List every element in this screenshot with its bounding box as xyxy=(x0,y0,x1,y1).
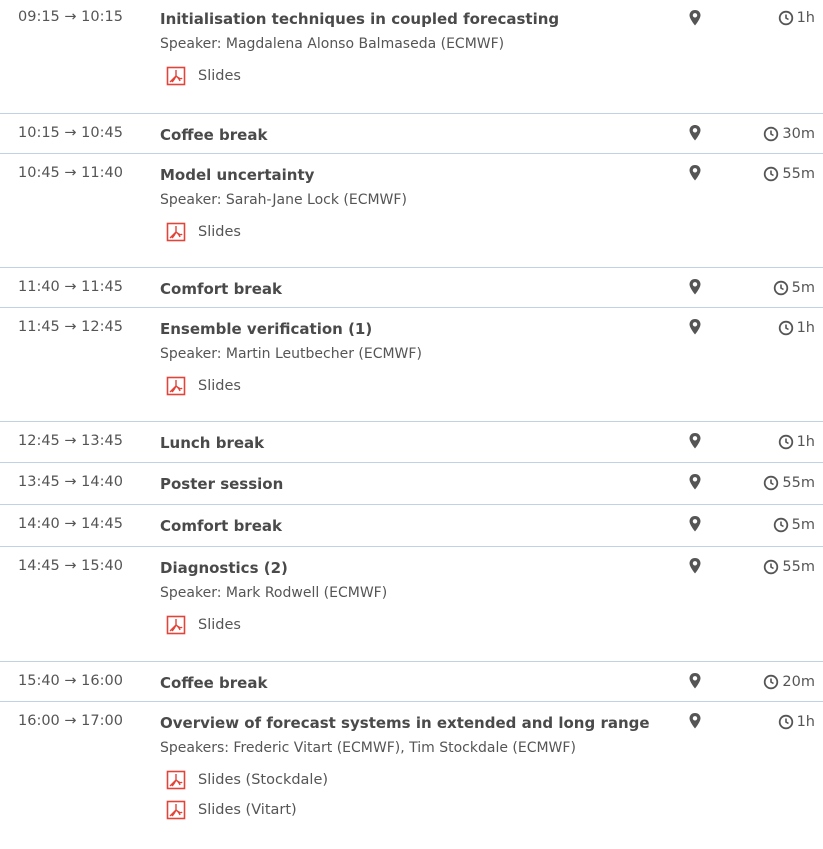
attachment-label: Slides (Vitart) xyxy=(198,802,297,818)
slides-link[interactable]: Slides xyxy=(166,221,650,243)
clock-icon xyxy=(764,559,779,575)
entry-time: 10:15 → 10:45 xyxy=(18,125,123,141)
entry-time: 15:40 → 16:00 xyxy=(18,673,123,689)
map-marker-icon[interactable] xyxy=(688,318,702,336)
pdf-file-icon xyxy=(166,770,186,790)
timetable-entry: 10:15 → 10:45 Coffee break 30m xyxy=(0,113,823,153)
entry-title[interactable]: Coffee break xyxy=(160,122,650,148)
entry-duration: 55m xyxy=(763,166,815,182)
entry-time: 13:45 → 14:40 xyxy=(18,474,123,490)
clock-icon xyxy=(773,517,788,533)
attachment-label: Slides xyxy=(198,224,241,240)
entry-duration: 5m xyxy=(773,517,815,533)
timetable-entry: 09:15 → 10:15 Initialisation techniques … xyxy=(0,0,823,113)
entry-time: 16:00 → 17:00 xyxy=(18,713,123,729)
entry-title[interactable]: Overview of forecast systems in extended… xyxy=(160,710,650,736)
timetable-entry: 15:40 → 16:00 Coffee break 20m xyxy=(0,661,823,701)
entry-time: 14:40 → 14:45 xyxy=(18,516,123,532)
timetable-entry: 11:45 → 12:45 Ensemble verification (1) … xyxy=(0,307,823,421)
entry-duration: 5m xyxy=(773,280,815,296)
map-marker-icon[interactable] xyxy=(688,124,702,142)
map-marker-icon[interactable] xyxy=(688,432,702,450)
attachment-label: Slides (Stockdale) xyxy=(198,772,329,788)
entry-time: 11:45 → 12:45 xyxy=(18,319,123,335)
entry-title[interactable]: Lunch break xyxy=(160,430,650,456)
slides-vitart-link[interactable]: Slides (Vitart) xyxy=(166,799,650,821)
entry-duration: 1h xyxy=(778,434,815,450)
clock-icon xyxy=(778,434,793,450)
entry-duration: 30m xyxy=(763,126,815,142)
entry-duration: 20m xyxy=(763,674,815,690)
entry-title[interactable]: Diagnostics (2) xyxy=(160,555,650,581)
pdf-file-icon xyxy=(166,66,186,86)
map-marker-icon[interactable] xyxy=(688,473,702,491)
clock-icon xyxy=(764,475,779,491)
entry-time: 10:45 → 11:40 xyxy=(18,165,123,181)
entry-title[interactable]: Ensemble verification (1) xyxy=(160,316,650,342)
entry-title[interactable]: Comfort break xyxy=(160,276,650,302)
slides-stockdale-link[interactable]: Slides (Stockdale) xyxy=(166,769,650,791)
clock-icon xyxy=(773,280,788,296)
entry-duration: 1h xyxy=(778,714,815,730)
entry-time: 12:45 → 13:45 xyxy=(18,433,123,449)
entry-speaker: Speakers: Frederic Vitart (ECMWF), Tim S… xyxy=(160,740,576,756)
map-marker-icon[interactable] xyxy=(688,557,702,575)
entry-speaker: Speaker: Sarah-Jane Lock (ECMWF) xyxy=(160,192,407,208)
pdf-file-icon xyxy=(166,800,186,820)
entry-title[interactable]: Initialisation techniques in coupled for… xyxy=(160,6,650,32)
entry-duration: 55m xyxy=(763,475,815,491)
map-marker-icon[interactable] xyxy=(688,515,702,533)
map-marker-icon[interactable] xyxy=(688,9,702,27)
map-marker-icon[interactable] xyxy=(688,672,702,690)
entry-title[interactable]: Comfort break xyxy=(160,513,650,539)
pdf-file-icon xyxy=(166,222,186,242)
map-marker-icon[interactable] xyxy=(688,164,702,182)
timetable: 09:15 → 10:15 Initialisation techniques … xyxy=(0,0,823,849)
pdf-file-icon xyxy=(166,615,186,635)
clock-icon xyxy=(778,320,793,336)
entry-time: 11:40 → 11:45 xyxy=(18,279,123,295)
timetable-entry: 14:40 → 14:45 Comfort break 5m xyxy=(0,504,823,546)
entry-duration: 1h xyxy=(778,320,815,336)
timetable-entry: 11:40 → 11:45 Comfort break 5m xyxy=(0,267,823,307)
attachment-label: Slides xyxy=(198,617,241,633)
entry-speaker: Speaker: Magdalena Alonso Balmaseda (ECM… xyxy=(160,36,505,52)
slides-link[interactable]: Slides xyxy=(166,375,650,397)
slides-link[interactable]: Slides xyxy=(166,614,650,636)
entry-duration: 1h xyxy=(778,10,815,26)
timetable-entry: 12:45 → 13:45 Lunch break 1h xyxy=(0,421,823,462)
clock-icon xyxy=(778,10,793,26)
clock-icon xyxy=(778,714,793,730)
entry-title[interactable]: Model uncertainty xyxy=(160,162,650,188)
entry-duration: 55m xyxy=(763,559,815,575)
map-marker-icon[interactable] xyxy=(688,712,702,730)
slides-link[interactable]: Slides xyxy=(166,65,650,87)
entry-time: 09:15 → 10:15 xyxy=(18,9,123,25)
entry-speaker: Speaker: Martin Leutbecher (ECMWF) xyxy=(160,346,422,362)
clock-icon xyxy=(764,166,779,182)
entry-title[interactable]: Coffee break xyxy=(160,670,650,696)
attachment-label: Slides xyxy=(198,378,241,394)
timetable-entry: 16:00 → 17:00 Overview of forecast syste… xyxy=(0,701,823,849)
map-marker-icon[interactable] xyxy=(688,278,702,296)
timetable-entry: 13:45 → 14:40 Poster session 55m xyxy=(0,462,823,504)
pdf-file-icon xyxy=(166,376,186,396)
entry-time: 14:45 → 15:40 xyxy=(18,558,123,574)
timetable-entry: 10:45 → 11:40 Model uncertainty Speaker:… xyxy=(0,153,823,267)
clock-icon xyxy=(764,674,779,690)
clock-icon xyxy=(764,126,779,142)
timetable-entry: 14:45 → 15:40 Diagnostics (2) Speaker: M… xyxy=(0,546,823,661)
entry-title[interactable]: Poster session xyxy=(160,471,650,497)
attachment-label: Slides xyxy=(198,68,241,84)
entry-speaker: Speaker: Mark Rodwell (ECMWF) xyxy=(160,585,388,601)
